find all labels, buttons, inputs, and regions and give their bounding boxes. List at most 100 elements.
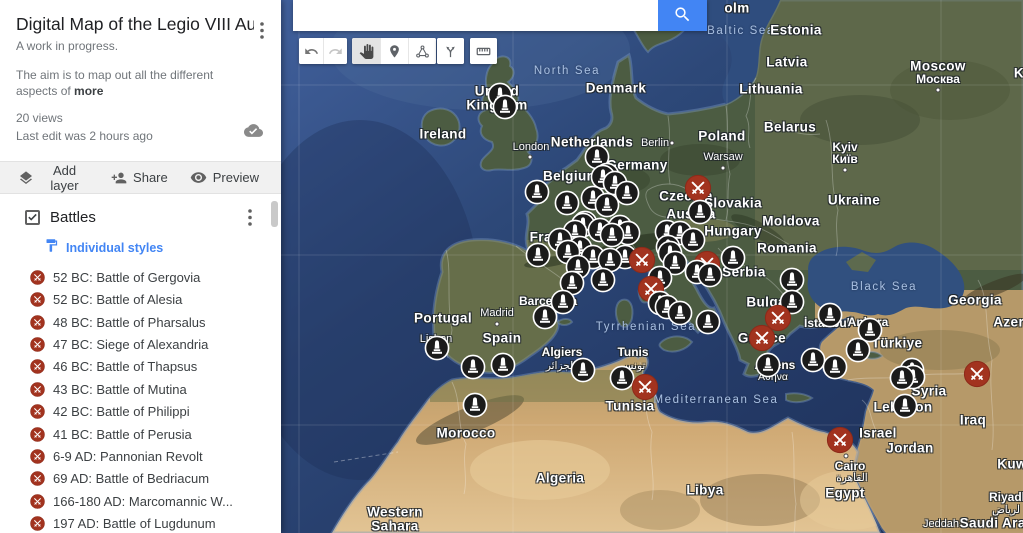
map-description: The aim is to map out all the different … [16,67,256,99]
monument-marker[interactable] [822,354,848,380]
hand-tool-button[interactable] [352,38,380,64]
battle-list-item[interactable]: 48 BC: Battle of Pharsalus [0,311,281,333]
individual-styles-label: Individual styles [66,241,163,255]
monument-marker[interactable] [667,300,693,326]
layers-icon [18,170,34,186]
monument-marker[interactable] [755,352,781,378]
monument-marker[interactable] [424,335,450,361]
battle-list-item[interactable]: 197 AD: Battle of Lugdunum [0,512,281,533]
draw-line-icon [415,44,430,59]
battle-item-label: 42 BC: Battle of Philippi [53,404,190,419]
add-layer-button[interactable]: Add layer [18,163,89,193]
search-bar [293,0,707,31]
tool-group [299,38,347,64]
crossed-swords-icon [30,404,45,419]
marker-pin-tool-button[interactable] [380,38,408,64]
monument-marker[interactable] [570,357,596,383]
map-title[interactable]: Digital Map of the Legio VIII Augu... [16,14,254,35]
crossed-swords-icon [30,449,45,464]
crossed-swords-icon [30,382,45,397]
battle-list-item[interactable]: 46 BC: Battle of Thapsus [0,356,281,378]
battle-marker[interactable] [631,373,659,401]
battle-item-label: 52 BC: Battle of Gergovia [53,270,200,285]
monument-marker[interactable] [697,262,723,288]
monument-marker[interactable] [817,302,843,328]
layer-header: Battles [0,207,281,227]
monument-marker[interactable] [845,337,871,363]
monument-marker[interactable] [889,365,915,391]
more-link[interactable]: more [74,83,103,99]
monument-marker[interactable] [462,392,488,418]
battle-list-item[interactable]: 6-9 AD: Pannonian Revolt [0,445,281,467]
monument-marker[interactable] [720,245,746,271]
map-canvas[interactable]: North SeaBaltic SeaBlack SeaTyrrhenian S… [281,0,1023,533]
monument-marker[interactable] [532,304,558,330]
crossed-swords-icon [30,359,45,374]
monument-marker[interactable] [492,94,518,120]
crossed-swords-icon [30,516,45,531]
layer-menu-kebab-icon[interactable] [241,207,259,227]
individual-styles-row[interactable]: Individual styles [44,238,281,258]
scrollbar-thumb[interactable] [271,201,278,227]
map-meta: 20 views Last edit was 2 hours ago [16,110,267,145]
battle-item-label: 47 BC: Siege of Alexandria [53,337,208,352]
redo-icon [328,44,343,59]
monument-marker[interactable] [590,267,616,293]
battle-item-label: 166-180 AD: Marcomannic W... [53,494,233,509]
battle-item-label: 48 BC: Battle of Pharsalus [53,315,205,330]
sidebar-actions: Add layer Share Preview [0,161,281,194]
person-add-icon [111,170,127,186]
monument-marker[interactable] [695,309,721,335]
cloud-saved-icon [244,121,263,145]
battle-list-item[interactable]: 47 BC: Siege of Alexandria [0,333,281,355]
monument-marker[interactable] [460,354,486,380]
battle-item-label: 46 BC: Battle of Thapsus [53,359,197,374]
tool-group [352,38,436,64]
battle-list-item[interactable]: 43 BC: Battle of Mutina [0,378,281,400]
battle-item-label: 52 BC: Battle of Alesia [53,292,182,307]
directions-icon [443,44,458,59]
monument-marker[interactable] [524,179,550,205]
directions-tool-button[interactable] [437,38,464,64]
monument-marker[interactable] [892,393,918,419]
share-button[interactable]: Share [111,170,168,186]
undo-tool-button[interactable] [299,38,323,64]
battle-marker[interactable] [826,426,854,454]
battle-list-item[interactable]: 41 BC: Battle of Perusia [0,423,281,445]
redo-tool-button[interactable] [323,38,347,64]
crossed-swords-icon [30,270,45,285]
battle-list-item[interactable]: 52 BC: Battle of Gergovia [0,266,281,288]
layer-checkbox[interactable] [25,210,40,225]
battle-item-label: 43 BC: Battle of Mutina [53,382,187,397]
layer-name[interactable]: Battles [50,209,241,226]
monument-marker[interactable] [525,242,551,268]
battle-marker[interactable] [963,360,991,388]
crossed-swords-icon [30,494,45,509]
draw-line-tool-button[interactable] [408,38,436,64]
battle-item-label: 69 AD: Battle of Bedriacum [53,471,209,486]
monument-marker[interactable] [490,352,516,378]
crossed-swords-icon [30,337,45,352]
marker-pin-icon [387,44,402,59]
ruler-tool-button[interactable] [470,38,497,64]
battle-list-item[interactable]: 42 BC: Battle of Philippi [0,401,281,423]
sidebar: Digital Map of the Legio VIII Augu... A … [0,0,281,533]
battle-list-item[interactable]: 52 BC: Battle of Alesia [0,289,281,311]
battle-list-item[interactable]: 69 AD: Battle of Bedriacum [0,468,281,490]
last-edit: Last edit was 2 hours ago [16,128,267,145]
preview-button[interactable]: Preview [190,169,259,186]
battle-marker[interactable] [748,324,776,352]
undo-icon [304,44,319,59]
battle-marker[interactable] [684,174,712,202]
action-label: Share [133,170,168,185]
map-subtitle: A work in progress. [16,39,267,53]
battle-item-label: 197 AD: Battle of Lugdunum [53,516,216,531]
search-input[interactable] [293,0,658,31]
crossed-swords-icon [30,471,45,486]
crossed-swords-icon [30,315,45,330]
search-icon [673,5,692,27]
map-menu-kebab-icon[interactable] [253,20,271,40]
battle-list-item[interactable]: 166-180 AD: Marcomannic W... [0,490,281,512]
ruler-icon [476,44,491,59]
search-button[interactable] [658,0,707,31]
